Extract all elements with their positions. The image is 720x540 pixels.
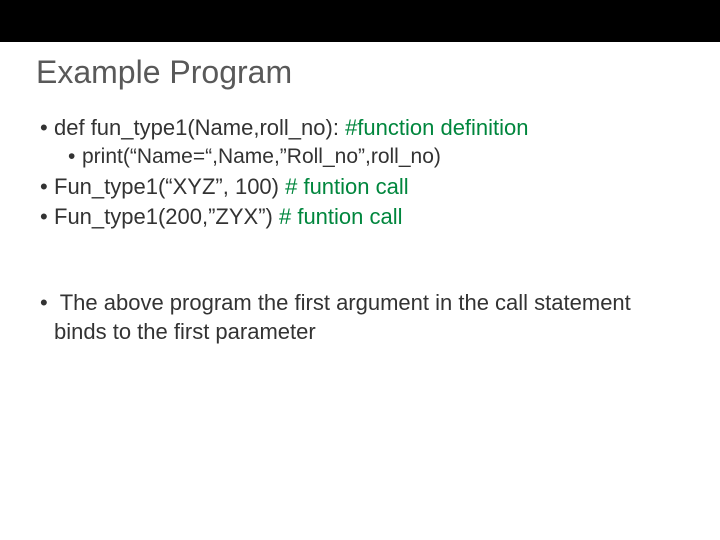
code-text: Fun_type1(“XYZ”, 100) [54, 174, 285, 199]
spacer [40, 233, 680, 289]
comment-text: # funtion call [279, 204, 403, 229]
body-text: The above program the first argument in … [54, 290, 631, 343]
code-text: def fun_type1(Name,roll_no): [54, 115, 345, 140]
comment-text: # funtion call [285, 174, 409, 199]
bullet-line-1: •def fun_type1(Name,roll_no): #function … [40, 114, 680, 142]
bullet-icon: • [40, 114, 54, 142]
bullet-icon: • [40, 173, 54, 201]
bullet-line-3: •Fun_type1(“XYZ”, 100) # funtion call [40, 173, 680, 201]
bullet-icon: • [40, 289, 54, 317]
bullet-icon: • [40, 203, 54, 231]
slide: Example Program •def fun_type1(Name,roll… [0, 0, 720, 540]
bullet-icon: • [68, 144, 82, 171]
top-band [0, 0, 720, 42]
bullet-line-2: •print(“Name=“,Name,”Roll_no”,roll_no) [68, 144, 680, 171]
bullet-line-4: •Fun_type1(200,”ZYX”) # funtion call [40, 203, 680, 231]
comment-text: #function definition [345, 115, 528, 140]
slide-content: •def fun_type1(Name,roll_no): #function … [40, 114, 680, 348]
slide-title: Example Program [36, 54, 292, 91]
code-text: Fun_type1(200,”ZYX”) [54, 204, 279, 229]
bullet-line-5: • The above program the first argument i… [40, 289, 680, 345]
code-text: print(“Name=“,Name,”Roll_no”,roll_no) [82, 145, 441, 168]
